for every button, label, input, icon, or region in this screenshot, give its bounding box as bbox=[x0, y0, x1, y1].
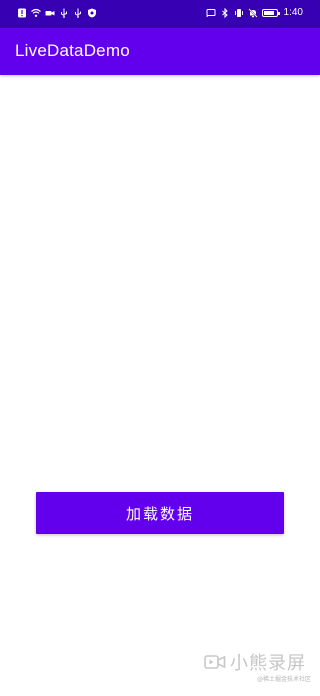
wifi-icon bbox=[31, 8, 41, 18]
watermark-credit: @稀土掘金技术社区 bbox=[256, 676, 311, 683]
battery-level bbox=[263, 10, 274, 15]
mute-icon bbox=[247, 7, 258, 18]
app-screen: 1:40 LiveDataDemo 加载数据 小熊录屏 @稀土掘金技术社区 bbox=[0, 0, 320, 696]
status-left-icons bbox=[17, 8, 97, 18]
status-bar: 1:40 bbox=[0, 0, 320, 28]
recorder-watermark: 小熊录屏 bbox=[204, 649, 306, 675]
alert-icon bbox=[17, 8, 27, 18]
watermark-brand: 小熊录屏 bbox=[230, 653, 306, 674]
camera-icon bbox=[45, 8, 55, 18]
usb-icon bbox=[59, 8, 69, 18]
app-toolbar: LiveDataDemo bbox=[0, 28, 320, 75]
usb-icon bbox=[73, 8, 83, 18]
cast-icon bbox=[206, 8, 216, 18]
vibrate-icon bbox=[234, 8, 244, 18]
app-title: LiveDataDemo bbox=[15, 41, 130, 60]
video-camera-icon bbox=[204, 655, 226, 669]
status-right-icons: 1:40 bbox=[206, 7, 303, 18]
battery-icon bbox=[261, 8, 280, 17]
load-data-button[interactable]: 加载数据 bbox=[36, 492, 284, 534]
vpn-icon bbox=[87, 8, 97, 18]
status-time: 1:40 bbox=[283, 7, 303, 18]
bluetooth-icon bbox=[220, 7, 230, 18]
